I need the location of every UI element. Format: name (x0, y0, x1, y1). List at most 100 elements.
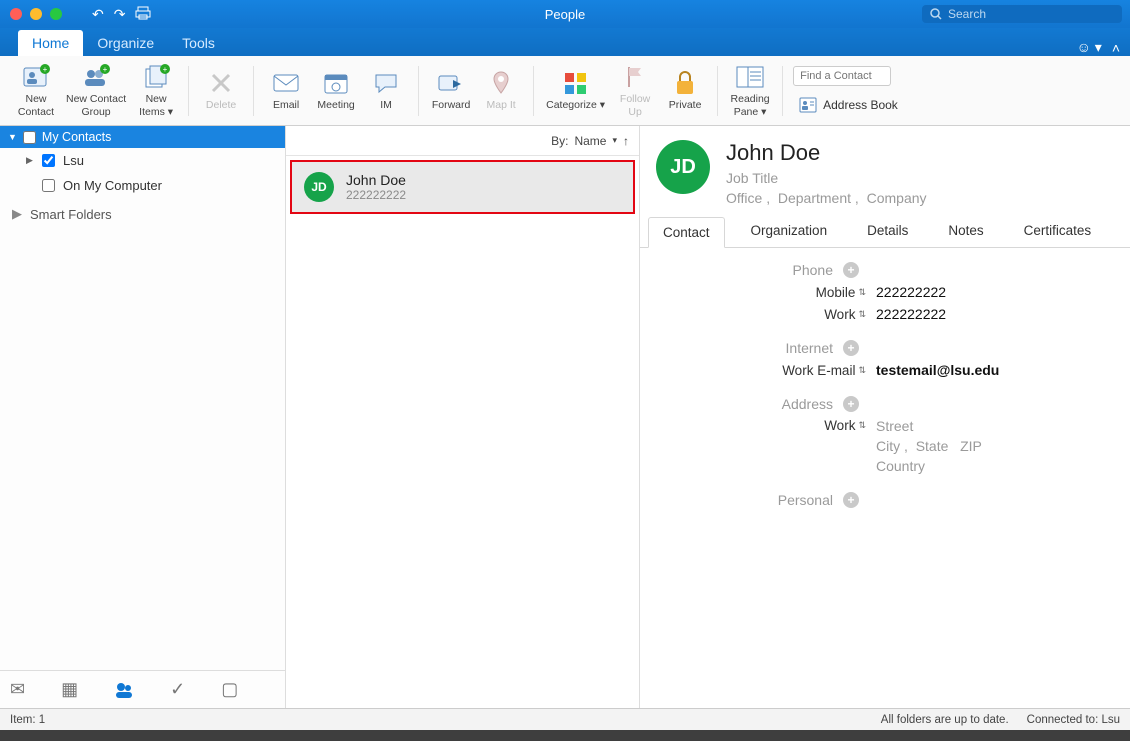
connection-status: Connected to: Lsu (1027, 714, 1120, 726)
zoom-window-button[interactable] (50, 8, 62, 20)
mobile-phone-value[interactable]: 222222222 (876, 284, 946, 300)
work-email-value[interactable]: testemail@lsu.edu (876, 362, 999, 378)
section-internet-title: Internet (786, 340, 833, 356)
street-field[interactable]: Street (876, 418, 982, 434)
office-field[interactable]: Office (726, 190, 762, 206)
tab-organize[interactable]: Organize (83, 30, 168, 56)
tab-details[interactable]: Details (853, 216, 922, 247)
state-field[interactable]: State (916, 438, 949, 454)
svg-text:+: + (103, 65, 108, 74)
delete-button[interactable]: Delete (199, 67, 243, 113)
im-icon (371, 69, 401, 97)
tab-certificates[interactable]: Certificates (1010, 216, 1106, 247)
status-bar: Item: 1 All folders are up to date. Conn… (0, 708, 1130, 730)
work-phone-label[interactable]: Work⇅ (656, 307, 876, 322)
new-contact-group-icon: + (81, 63, 111, 91)
minimize-window-button[interactable] (30, 8, 42, 20)
tab-tools[interactable]: Tools (168, 30, 229, 56)
calendar-view-icon[interactable]: ▦ (57, 675, 82, 704)
svg-text:+: + (43, 65, 48, 74)
work-email-label[interactable]: Work E-mail⇅ (656, 363, 876, 378)
new-items-button[interactable]: + New Items ▾ (134, 61, 178, 119)
new-contact-icon: + (21, 63, 51, 91)
contact-list-item[interactable]: JD John Doe 222222222 (290, 160, 635, 214)
section-phone-title: Phone (793, 262, 833, 278)
tab-contact[interactable]: Contact (648, 217, 725, 248)
quick-access-toolbar: ↶ ↷ (92, 6, 151, 23)
sync-status: All folders are up to date. (881, 714, 1009, 726)
sort-ascending-icon[interactable]: ↑ (623, 134, 629, 148)
work-phone-value[interactable]: 222222222 (876, 306, 946, 322)
address-book-button[interactable]: Address Book (793, 94, 904, 116)
sort-bar[interactable]: By: Name ▾ ↑ (286, 126, 639, 156)
redo-icon[interactable]: ↷ (114, 6, 126, 23)
window-title: People (545, 7, 585, 22)
meeting-icon (321, 69, 351, 97)
new-items-icon: + (141, 63, 171, 91)
nav-smart-folders[interactable]: ▶ Smart Folders (0, 198, 285, 228)
notes-view-icon[interactable]: ▢ (217, 675, 242, 704)
categorize-icon (561, 69, 591, 97)
department-field[interactable]: Department (778, 190, 851, 206)
city-field[interactable]: City (876, 438, 900, 454)
add-address-button[interactable]: + (843, 396, 859, 412)
meeting-button[interactable]: Meeting (314, 67, 358, 113)
ribbon: + New Contact + New Contact Group + New … (0, 56, 1130, 126)
tab-organization[interactable]: Organization (737, 216, 842, 247)
search-box[interactable] (922, 5, 1122, 23)
new-contact-group-button[interactable]: + New Contact Group (64, 61, 128, 119)
tab-notes[interactable]: Notes (934, 216, 997, 247)
item-count: Item: 1 (10, 714, 45, 726)
email-icon (271, 69, 301, 97)
nav-item-lsu[interactable]: ▶ Lsu (0, 148, 285, 173)
nav-item-on-my-computer[interactable]: On My Computer (0, 173, 285, 198)
mobile-phone-label[interactable]: Mobile⇅ (656, 285, 876, 300)
detail-name[interactable]: John Doe (726, 140, 927, 166)
add-personal-button[interactable]: + (843, 492, 859, 508)
forward-button[interactable]: Forward (429, 67, 473, 113)
my-contacts-checkbox[interactable] (23, 131, 36, 144)
print-icon[interactable] (135, 6, 151, 23)
add-phone-button[interactable]: + (843, 262, 859, 278)
delete-icon (206, 69, 236, 97)
chevron-down-icon[interactable]: ▾ (612, 135, 617, 146)
sort-field[interactable]: Name (574, 134, 606, 148)
job-title-field[interactable]: Job Title (726, 170, 927, 186)
contact-avatar: JD (304, 172, 334, 202)
feedback-icon[interactable]: ☺ ▾ (1077, 39, 1102, 56)
work-address-label[interactable]: Work⇅ (656, 418, 876, 433)
chevron-down-icon: ▼ (8, 132, 17, 142)
new-contact-button[interactable]: + New Contact (14, 61, 58, 119)
lsu-checkbox[interactable] (42, 154, 55, 167)
categorize-button[interactable]: Categorize ▾ (544, 67, 607, 113)
address-book-label: Address Book (823, 98, 898, 112)
private-button[interactable]: Private (663, 67, 707, 113)
map-it-button[interactable]: Map It (479, 67, 523, 113)
people-view-icon[interactable] (110, 677, 138, 703)
on-my-computer-checkbox[interactable] (42, 179, 55, 192)
add-internet-button[interactable]: + (843, 340, 859, 356)
chevron-right-icon: ▶ (26, 155, 34, 166)
map-pin-icon (486, 69, 516, 97)
search-input[interactable] (948, 7, 1114, 21)
close-window-button[interactable] (10, 8, 22, 20)
view-switcher: ✉ ▦ ✓ ▢ (0, 670, 285, 708)
detail-avatar: JD (656, 140, 710, 194)
sort-by-label: By: (551, 134, 568, 148)
follow-up-button[interactable]: Follow Up (613, 61, 657, 119)
company-field[interactable]: Company (867, 190, 927, 206)
country-field[interactable]: Country (876, 458, 982, 474)
ribbon-tabs: Home Organize Tools ☺ ▾ ˄ (0, 28, 1130, 56)
im-button[interactable]: IM (364, 67, 408, 113)
undo-icon[interactable]: ↶ (92, 6, 104, 23)
nav-my-contacts[interactable]: ▼ My Contacts (0, 126, 285, 148)
tab-home[interactable]: Home (18, 30, 83, 56)
mail-view-icon[interactable]: ✉ (6, 675, 29, 704)
collapse-ribbon-icon[interactable]: ˄ (1112, 40, 1120, 56)
reading-pane-button[interactable]: Reading Pane ▾ (728, 61, 772, 119)
zip-field[interactable]: ZIP (960, 438, 982, 454)
tasks-view-icon[interactable]: ✓ (166, 675, 189, 704)
email-button[interactable]: Email (264, 67, 308, 113)
find-contact-input[interactable] (793, 66, 891, 86)
section-personal-title: Personal (778, 492, 833, 508)
